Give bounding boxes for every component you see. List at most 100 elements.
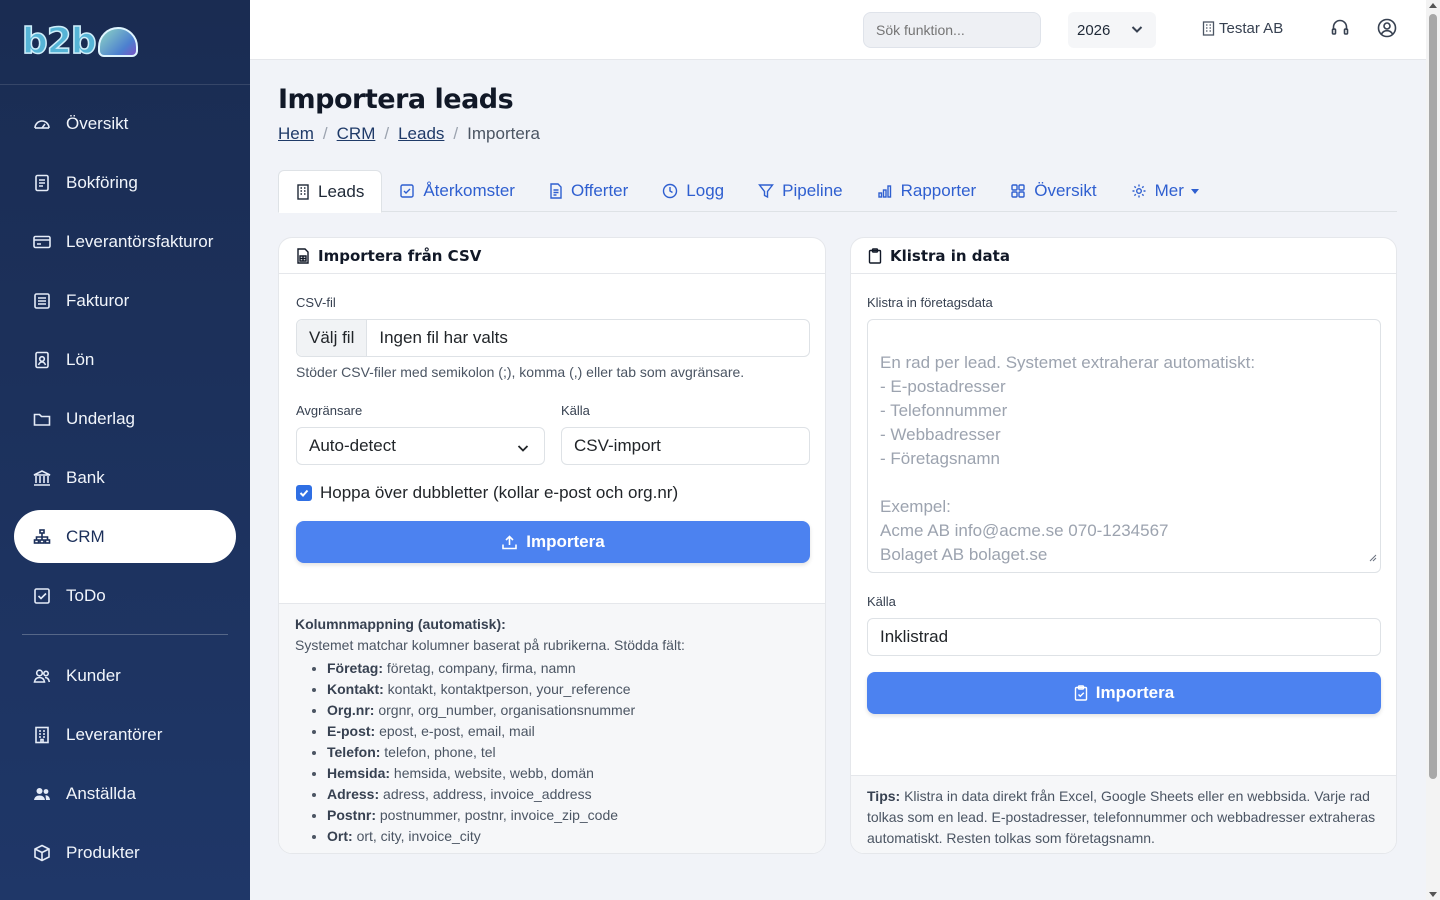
csv-file-input[interactable]: Välj fil Ingen fil har valts: [296, 319, 810, 357]
tab-mer[interactable]: Mer: [1114, 170, 1216, 212]
csv-import-button[interactable]: Importera: [296, 521, 810, 563]
mapping-aliases: kontakt, kontaktperson, your_reference: [387, 681, 631, 697]
mapping-field: Postnr:: [327, 807, 376, 823]
source-input[interactable]: CSV-import: [561, 427, 810, 465]
paste-import-button[interactable]: Importera: [867, 672, 1381, 714]
sidebar-item-label: CRM: [66, 526, 105, 546]
page-scrollbar[interactable]: [1426, 0, 1440, 900]
resize-handle-icon[interactable]: [1369, 545, 1377, 569]
mapping-field: Telefon:: [327, 744, 381, 760]
user-icon[interactable]: [1377, 18, 1397, 43]
clock-icon: [663, 183, 678, 199]
company-switcher[interactable]: Testar AB: [1202, 20, 1283, 37]
sidebar-item-fakturor[interactable]: Fakturor: [14, 274, 236, 327]
sidebar-item-underlag[interactable]: Underlag: [14, 392, 236, 445]
search-input[interactable]: [863, 12, 1041, 48]
sidebar-item-label: Fakturor: [66, 290, 130, 310]
csv-file-label: CSV-fil: [296, 295, 336, 310]
year-select[interactable]: 2026: [1068, 12, 1156, 48]
sidebar-item-lon[interactable]: Lön: [14, 333, 236, 386]
sidebar-item-crm[interactable]: CRM: [14, 510, 236, 563]
paste-data-textarea[interactable]: En rad per lead. Systemet extraherar aut…: [867, 319, 1381, 573]
mapping-field: Kontakt:: [327, 681, 384, 697]
mapping-field: Ort:: [327, 828, 353, 844]
tab-label: Pipeline: [782, 181, 843, 200]
mapping-aliases: epost, e-post, email, mail: [379, 723, 535, 739]
breadcrumb-separator: /: [384, 124, 390, 143]
mapping-field: E-post:: [327, 723, 376, 739]
sidebar-item-anstallda[interactable]: Anställda: [14, 767, 236, 820]
file-spreadsheet-icon: [297, 247, 309, 264]
building-icon: [297, 183, 309, 200]
scroll-up-arrow-icon[interactable]: [1429, 3, 1437, 8]
sidebar-item-label: Översikt: [66, 113, 129, 133]
speedometer-icon: [32, 114, 52, 134]
csv-import-card: Importera från CSV CSV-fil Välj fil Inge…: [278, 237, 826, 854]
column-mapping-info: Kolumnmappning (automatisk): Systemet ma…: [279, 603, 825, 853]
mapping-field: Adress:: [327, 786, 380, 802]
tab-logg[interactable]: Logg: [645, 170, 741, 212]
sidebar-item-leverantorer[interactable]: Leverantörer: [14, 708, 236, 761]
tab-label: Översikt: [1034, 181, 1097, 200]
breadcrumb-leads[interactable]: Leads: [398, 124, 444, 144]
tab-pipeline[interactable]: Pipeline: [741, 170, 860, 212]
page-title: Importera leads: [278, 84, 514, 115]
file-text-icon: [550, 183, 562, 199]
breadcrumb: Hem / CRM / Leads / Importera: [278, 124, 540, 144]
skip-duplicates-checkbox[interactable]: Hoppa över dubbletter (kollar e-post och…: [296, 483, 678, 503]
sidebar-item-label: Leverantörer: [66, 724, 163, 744]
tab-label: Offerter: [570, 181, 629, 200]
card-title: Importera från CSV: [318, 246, 482, 265]
sidebar-item-label: Underlag: [66, 408, 135, 428]
tab-rapporter[interactable]: Rapporter: [860, 170, 994, 212]
button-label: Importera: [1095, 683, 1175, 702]
tab-oversikt[interactable]: Översikt: [993, 170, 1113, 212]
tab-label: Rapporter: [900, 181, 977, 200]
tab-offerter[interactable]: Offerter: [532, 170, 645, 212]
crm-tabs: Leads Återkomster Offerter Logg Pipeline…: [278, 170, 1397, 213]
breadcrumb-separator: /: [322, 124, 328, 143]
mapping-aliases: telefon, phone, tel: [384, 744, 496, 760]
tab-aterkomster[interactable]: Återkomster: [382, 170, 532, 212]
checkbox-checked-icon[interactable]: [296, 485, 312, 501]
choose-file-button[interactable]: Välj fil: [297, 320, 368, 356]
scroll-down-arrow-icon[interactable]: [1429, 892, 1437, 897]
list-item: Företag: företag, company, firma, namn: [327, 658, 809, 679]
logo[interactable]: b2b: [0, 0, 250, 85]
sidebar-item-kunder[interactable]: Kunder: [14, 649, 236, 702]
paste-data-label: Klistra in företagsdata: [867, 295, 993, 310]
sidebar-item-oversikt[interactable]: Översikt: [14, 97, 236, 150]
diagram-icon: [32, 527, 52, 547]
chevron-down-icon: [1130, 22, 1144, 40]
tip-title: Tips:: [867, 788, 901, 804]
delimiter-select[interactable]: Auto-detect: [296, 427, 545, 465]
sidebar-item-produkter[interactable]: Produkter: [14, 826, 236, 879]
invoice-icon: [32, 291, 52, 311]
tab-leads[interactable]: Leads: [278, 170, 383, 213]
paste-source-input[interactable]: Inklistrad: [867, 618, 1381, 656]
breadcrumb-crm[interactable]: CRM: [337, 124, 376, 144]
sidebar-item-bokforing[interactable]: Bokföring: [14, 156, 236, 209]
sidebar-item-todo[interactable]: ToDo: [14, 569, 236, 622]
breadcrumb-hem[interactable]: Hem: [278, 124, 314, 144]
source-label: Källa: [561, 403, 590, 418]
upload-icon: [502, 534, 518, 549]
list-item: E-post: epost, e-post, email, mail: [327, 721, 809, 742]
breadcrumb-separator: /: [453, 124, 459, 143]
delimiter-value: Auto-detect: [309, 436, 396, 455]
company-name: Testar AB: [1219, 20, 1284, 37]
clipboard-check-icon: [1074, 685, 1087, 701]
tab-label: Leads: [318, 181, 365, 201]
grid-icon: [1011, 184, 1025, 198]
tab-label: Mer: [1154, 181, 1184, 200]
sidebar-item-bank[interactable]: Bank: [14, 451, 236, 504]
headset-icon[interactable]: [1330, 18, 1350, 43]
sidebar-item-leverantorsfakturor[interactable]: Leverantörsfakturor: [14, 215, 236, 268]
clipboard-icon: [868, 247, 882, 264]
check-square-icon: [400, 184, 415, 198]
mapping-field: Företag:: [327, 660, 383, 676]
textarea-placeholder: En rad per lead. Systemet extraherar aut…: [880, 353, 1256, 564]
scrollbar-thumb[interactable]: [1429, 14, 1437, 779]
year-value: 2026: [1077, 21, 1111, 39]
mapping-aliases: hemsida, website, webb, domän: [393, 765, 594, 781]
